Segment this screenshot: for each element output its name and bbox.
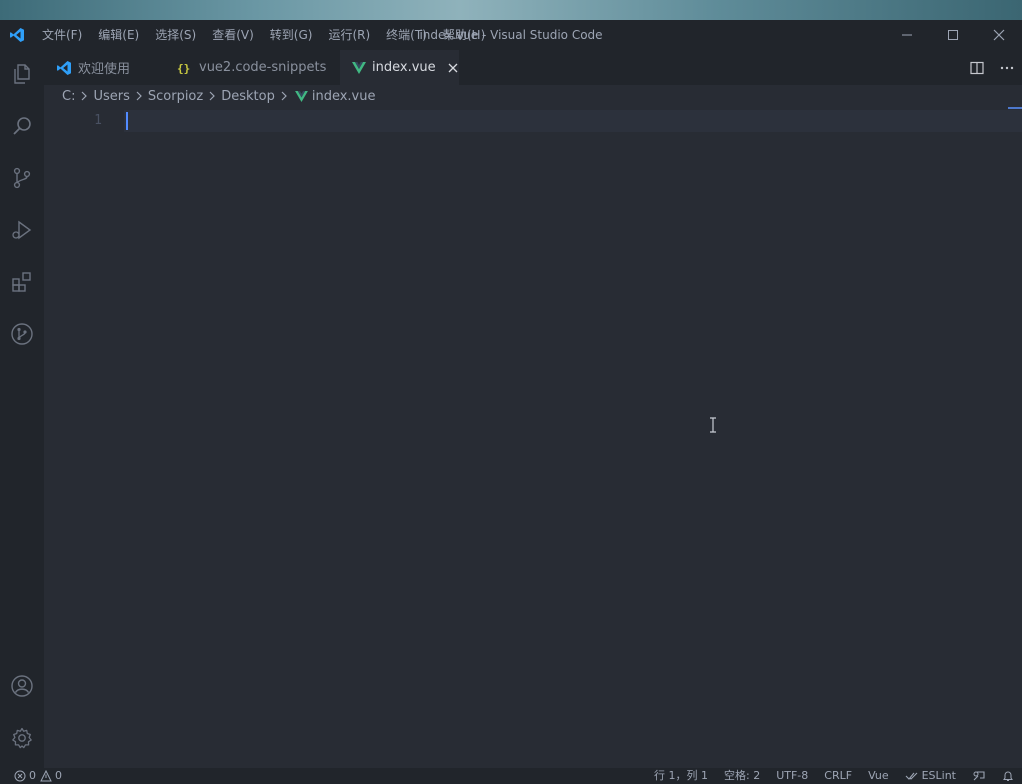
menu-go[interactable]: 转到(G): [262, 20, 321, 50]
breadcrumb-file[interactable]: index.vue: [312, 89, 376, 104]
breadcrumb-drive[interactable]: C:: [62, 89, 75, 104]
json-braces-icon: {}: [177, 60, 193, 76]
extensions-icon: [12, 272, 31, 292]
account-icon: [11, 675, 33, 697]
breadcrumb-user-folder[interactable]: Scorpioz: [148, 89, 203, 104]
indentation[interactable]: 空格: 2: [716, 768, 768, 784]
file-encoding[interactable]: UTF-8: [768, 768, 816, 784]
maximize-button[interactable]: [930, 20, 976, 50]
search-icon: [13, 117, 31, 135]
tab-label: vue2.code-snippets: [199, 60, 327, 75]
vscode-logo-icon: [0, 20, 34, 50]
split-editor-button[interactable]: [962, 50, 992, 85]
explorer-button[interactable]: [0, 50, 44, 98]
chevron-right-icon: [208, 91, 216, 101]
editor-tabs: 欢迎使用 {} vue2.code-snippets index.vue: [44, 50, 1022, 85]
minimize-button[interactable]: [884, 20, 930, 50]
vue-logo-icon: [294, 90, 308, 102]
menu-selection[interactable]: 选择(S): [147, 20, 204, 50]
close-icon: [993, 29, 1005, 41]
git-graph-icon: [11, 323, 33, 345]
line-endings[interactable]: CRLF: [816, 768, 860, 784]
bell-icon: [1003, 771, 1013, 781]
chevron-right-icon: [135, 91, 143, 101]
status-bar: 0 0 行 1，列 1 空格: 2 UTF-8 CRLF Vue ESLint: [0, 768, 1022, 784]
split-editor-icon: [970, 61, 984, 74]
warning-count: 0: [55, 769, 62, 782]
tab-index-vue[interactable]: index.vue: [340, 50, 459, 85]
feedback-button[interactable]: [964, 770, 994, 782]
tab-welcome[interactable]: 欢迎使用: [44, 50, 165, 85]
vscode-logo-icon: [56, 60, 72, 76]
run-debug-button[interactable]: [0, 206, 44, 254]
close-icon: [448, 63, 458, 72]
code-editor[interactable]: 1: [44, 107, 1022, 768]
settings-gear-icon: [12, 727, 32, 749]
close-window-button[interactable]: [976, 20, 1022, 50]
notifications-button[interactable]: [994, 770, 1016, 782]
more-actions-button[interactable]: [992, 50, 1022, 85]
menu-terminal[interactable]: 终端(T): [378, 20, 435, 50]
error-icon: [14, 770, 26, 782]
editor-actions: [962, 50, 1022, 85]
feedback-icon: [973, 771, 985, 781]
title-bar: 文件(F) 编辑(E) 选择(S) 查看(V) 转到(G) 运行(R) 终端(T…: [0, 20, 1022, 50]
menu-file[interactable]: 文件(F): [34, 20, 90, 50]
minimize-icon: [902, 34, 912, 36]
current-line-highlight: [124, 110, 1022, 132]
tab-vue2-snippets[interactable]: {} vue2.code-snippets: [165, 50, 340, 85]
problems-indicator[interactable]: 0 0: [14, 768, 70, 784]
eslint-status[interactable]: ESLint: [897, 768, 964, 784]
desktop-wallpaper-strip: [0, 0, 1022, 20]
chevron-right-icon: [280, 91, 288, 101]
maximize-icon: [948, 30, 958, 40]
double-check-icon: [905, 771, 919, 781]
breadcrumb: C: Users Scorpioz Desktop index.vue: [44, 85, 1022, 107]
extensions-button[interactable]: [0, 258, 44, 306]
window-controls: [884, 20, 1022, 50]
search-button[interactable]: [0, 102, 44, 150]
scrollbar-position-marker[interactable]: [1008, 107, 1022, 109]
source-control-icon: [13, 167, 31, 189]
ibeam-cursor-icon: [710, 417, 716, 433]
breadcrumb-desktop[interactable]: Desktop: [221, 89, 275, 104]
vue-logo-icon: [352, 61, 366, 74]
accounts-button[interactable]: [0, 662, 44, 710]
git-graph-button[interactable]: [0, 310, 44, 358]
source-control-button[interactable]: [0, 154, 44, 202]
manage-button[interactable]: [0, 714, 44, 762]
ellipsis-icon: [1000, 66, 1014, 69]
menu-view[interactable]: 查看(V): [204, 20, 262, 50]
files-icon: [14, 64, 30, 84]
activity-bar: [0, 50, 44, 768]
breadcrumb-users[interactable]: Users: [93, 89, 129, 104]
error-count: 0: [29, 769, 36, 782]
eslint-label: ESLint: [921, 769, 956, 782]
text-cursor: [126, 112, 128, 130]
menu-run[interactable]: 运行(R): [320, 20, 378, 50]
warning-icon: [40, 770, 52, 782]
cursor-position[interactable]: 行 1，列 1: [646, 768, 716, 784]
svg-text:{}: {}: [177, 62, 190, 75]
run-debug-icon: [12, 220, 32, 240]
language-mode[interactable]: Vue: [860, 768, 897, 784]
menu-help[interactable]: 帮助(H): [435, 20, 493, 50]
tab-label: 欢迎使用: [78, 62, 131, 77]
chevron-right-icon: [80, 91, 88, 101]
menu-edit[interactable]: 编辑(E): [90, 20, 147, 50]
tab-close-button[interactable]: [448, 60, 458, 76]
tab-label: index.vue: [372, 60, 436, 75]
menu-bar: 文件(F) 编辑(E) 选择(S) 查看(V) 转到(G) 运行(R) 终端(T…: [34, 20, 493, 50]
line-number: 1: [94, 113, 102, 128]
